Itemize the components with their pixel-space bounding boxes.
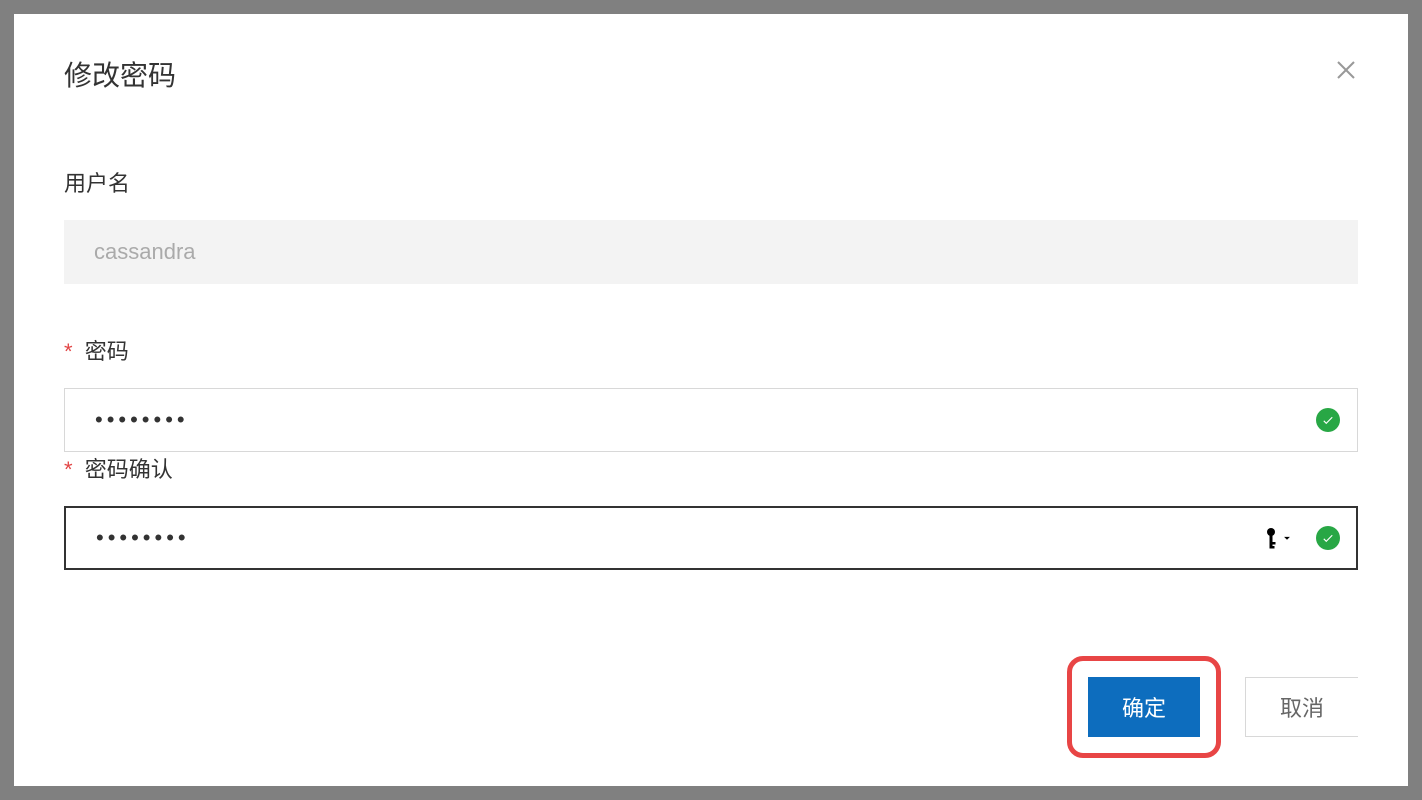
modal-header: 修改密码 [64, 54, 1358, 94]
change-password-modal: 修改密码 用户名 cassandra * 密码 * 密码确认 [14, 14, 1408, 786]
username-input: cassandra [64, 220, 1358, 284]
username-label: 用户名 [64, 166, 1358, 198]
password-confirm-group: * 密码确认 [64, 452, 1358, 570]
confirm-button[interactable]: 确定 [1088, 677, 1200, 737]
close-icon[interactable] [1334, 58, 1358, 82]
password-confirm-input-wrapper [64, 506, 1358, 570]
check-icon [1316, 526, 1340, 550]
cancel-button[interactable]: 取消 [1245, 677, 1358, 737]
password-confirm-input[interactable] [64, 506, 1358, 570]
password-input[interactable] [64, 388, 1358, 452]
password-confirm-label-text: 密码确认 [85, 457, 173, 482]
confirm-highlight: 确定 [1067, 656, 1221, 758]
required-asterisk: * [64, 457, 73, 482]
password-confirm-label: * 密码确认 [64, 452, 1358, 484]
password-group: * 密码 [64, 334, 1358, 452]
username-group: 用户名 cassandra [64, 166, 1358, 284]
required-asterisk: * [64, 339, 73, 364]
password-input-wrapper [64, 388, 1358, 452]
password-label: * 密码 [64, 334, 1358, 366]
check-icon [1316, 408, 1340, 432]
username-label-text: 用户名 [64, 171, 130, 196]
modal-title: 修改密码 [64, 54, 176, 94]
password-manager-icon[interactable] [1264, 527, 1294, 549]
modal-footer: 确定 取消 [1067, 656, 1358, 758]
password-label-text: 密码 [85, 339, 129, 364]
